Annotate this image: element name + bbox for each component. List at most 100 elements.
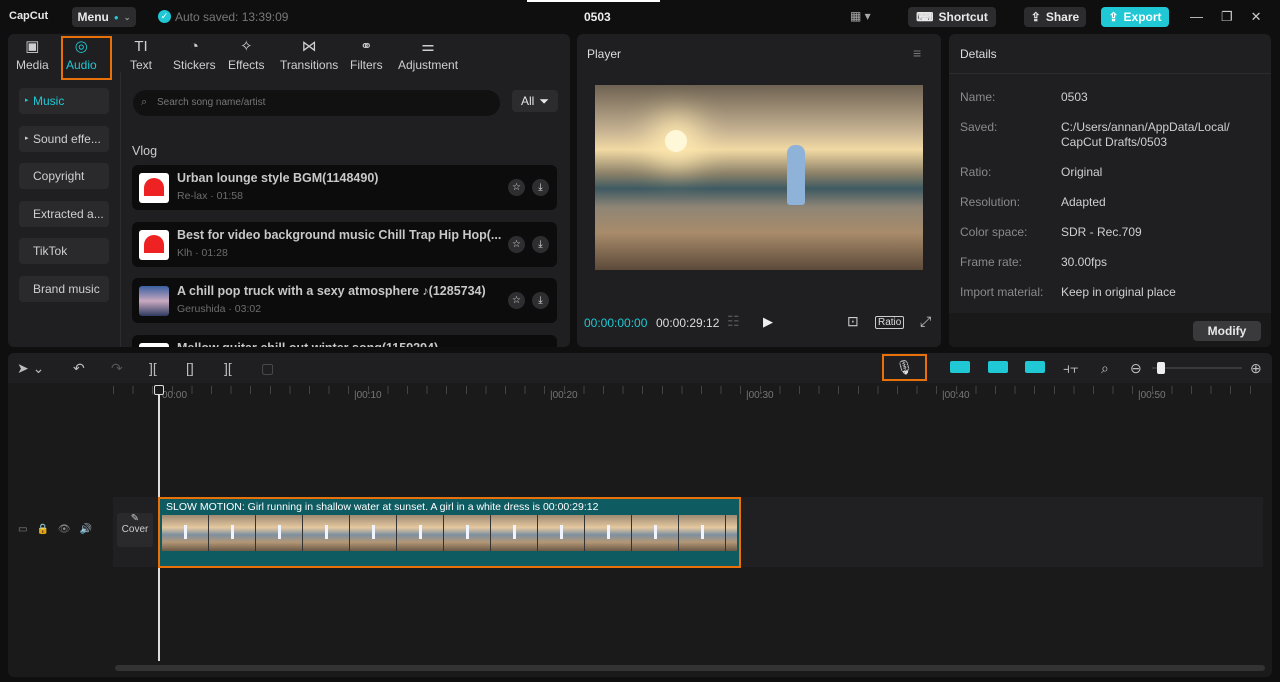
- detail-value: Adapted: [1061, 195, 1106, 209]
- layout-icon[interactable]: ▦ ▾: [850, 9, 871, 23]
- clip-frame: [444, 515, 491, 551]
- record-audio-button[interactable]: 🎙: [882, 354, 927, 381]
- clip-frame: [256, 515, 303, 551]
- song-artist-duration: Re-lax · 01:58: [177, 190, 243, 202]
- zoom-out-icon[interactable]: ⊖: [1130, 360, 1142, 377]
- song-thumbnail: [139, 229, 169, 260]
- clip-frame: [209, 515, 256, 551]
- ruler-tick-label: |00:50: [1138, 390, 1166, 401]
- favorite-star-icon[interactable]: ☆: [508, 292, 525, 309]
- window-controls[interactable]: —❐✕: [1190, 9, 1280, 25]
- song-item[interactable]: Mellow guitar chill out winter song(1159…: [132, 334, 557, 347]
- details-panel: [949, 34, 1271, 347]
- clip-frame: [491, 515, 538, 551]
- sun: [665, 130, 687, 152]
- song-thumbnail: [139, 342, 169, 347]
- detail-label: Resolution:: [960, 195, 1021, 209]
- song-item[interactable]: A chill pop truck with a sexy atmosphere…: [132, 278, 557, 323]
- redo-icon[interactable]: ↷: [111, 360, 123, 377]
- clip-frame: [679, 515, 726, 551]
- delete-icon[interactable]: ▢: [261, 360, 274, 377]
- clip-frame: [632, 515, 679, 551]
- detail-label: Saved:: [960, 120, 998, 134]
- timeline-toolbar: [8, 353, 1272, 383]
- horizontal-scrollbar[interactable]: [115, 665, 1265, 671]
- download-icon[interactable]: ⤓: [532, 235, 549, 253]
- auto-snapping-icon[interactable]: [988, 361, 1008, 373]
- zoom-in-icon[interactable]: ⊕: [1250, 360, 1262, 377]
- split-preview-icon[interactable]: ⫞⫟: [1063, 360, 1078, 377]
- undo-icon[interactable]: ↶: [73, 360, 85, 377]
- grid-icon[interactable]: ☷: [727, 313, 740, 330]
- song-artist-duration: Klh · 01:28: [177, 246, 228, 259]
- cover-label: Cover: [121, 524, 149, 535]
- share-icon: ⇪: [1030, 10, 1041, 24]
- ruler-tick-label: |00:40: [942, 390, 970, 401]
- details-title: Details: [960, 47, 997, 61]
- modify-button[interactable]: Modify: [1193, 321, 1261, 341]
- delete-left-icon[interactable]: []: [186, 360, 194, 376]
- play-button[interactable]: ▶: [763, 314, 773, 330]
- detail-label: Import material:: [960, 285, 1044, 299]
- clip-frame: [585, 515, 632, 551]
- share-label: Share: [1045, 10, 1080, 24]
- ruler-tick-label: |00:30: [746, 390, 774, 401]
- song-title: Urban lounge style BGM(1148490): [177, 171, 379, 185]
- timeline-ruler[interactable]: [113, 386, 1263, 394]
- detail-value: 0503: [1061, 90, 1088, 104]
- detail-label: Ratio:: [960, 165, 992, 179]
- favorite-star-icon[interactable]: ☆: [508, 179, 525, 196]
- download-icon[interactable]: ⤓: [532, 292, 549, 309]
- video-preview[interactable]: [595, 85, 923, 270]
- screenshot-icon[interactable]: ⊡: [847, 313, 859, 330]
- ruler-tick-label: |00:20: [550, 390, 578, 401]
- player-panel: Player ≡ 00:00:00:00 00:00:29:12 ☷ ▶ ⊡ R…: [577, 34, 941, 347]
- song-item[interactable]: Best for video background music Chill Tr…: [132, 221, 557, 267]
- detail-value: SDR - Rec.709: [1061, 225, 1142, 239]
- shortcut-button[interactable]: ⌨ Shortcut: [908, 7, 996, 27]
- detail-label: Color space:: [960, 225, 1028, 239]
- select-tool-icon[interactable]: ➤ ⌄: [17, 360, 44, 377]
- detail-value: C:/Users/annan/AppData/Local/ CapCut Dra…: [1061, 120, 1230, 149]
- song-item[interactable]: Urban lounge style BGM(1148490) Re-lax · …: [132, 165, 557, 210]
- export-button[interactable]: ⇪ Export: [1101, 7, 1169, 27]
- song-title: Best for video background music Chill Tr…: [177, 227, 502, 242]
- export-label: Export: [1123, 10, 1162, 24]
- total-time: 00:00:29:12: [656, 316, 720, 330]
- player-title: Player: [587, 47, 622, 61]
- download-icon[interactable]: ⤓: [532, 179, 549, 196]
- playhead-handle[interactable]: [154, 385, 164, 395]
- song-thumbnail: [139, 286, 169, 316]
- keyboard-icon: ⌨: [916, 10, 934, 24]
- shortcut-label: Shortcut: [938, 10, 988, 24]
- clip-frame: [726, 515, 737, 551]
- song-artist-duration: Gerushida · 03:02: [177, 303, 262, 315]
- split-icon[interactable]: ][: [149, 360, 157, 376]
- main-track-magnet-icon[interactable]: [950, 361, 970, 373]
- song-thumbnail: [139, 173, 169, 203]
- zoom-slider-handle[interactable]: [1156, 362, 1165, 374]
- clip-frame: [303, 515, 350, 551]
- detail-value: Keep in original place: [1061, 285, 1176, 299]
- linkage-icon[interactable]: [1025, 361, 1045, 373]
- details-divider: [949, 73, 1271, 74]
- video-clip[interactable]: SLOW MOTION: Girl running in shallow wat…: [158, 497, 741, 568]
- clip-frame: [538, 515, 585, 551]
- clip-frame: [350, 515, 397, 551]
- preview-axis-icon[interactable]: ⌕: [1101, 360, 1109, 377]
- export-icon: ⇪: [1108, 10, 1119, 24]
- zoom-slider[interactable]: [1152, 362, 1242, 374]
- cover-button[interactable]: ✎ Cover: [117, 513, 153, 547]
- clip-label: SLOW MOTION: Girl running in shallow wat…: [166, 501, 599, 513]
- microphone-icon: 🎙: [895, 359, 914, 375]
- edit-icon: ✎: [130, 513, 140, 524]
- share-button[interactable]: ⇪ Share: [1024, 7, 1086, 27]
- delete-right-icon[interactable]: ][: [224, 360, 232, 376]
- clip-frame: [162, 515, 209, 551]
- fullscreen-icon[interactable]: ⤢: [920, 313, 931, 330]
- favorite-star-icon[interactable]: ☆: [508, 235, 525, 253]
- menu-icon[interactable]: ≡: [913, 45, 921, 61]
- ratio-button[interactable]: Ratio: [875, 316, 905, 329]
- track-controls[interactable]: ▭🔒👁🔊: [18, 524, 101, 535]
- clip-frame: [397, 515, 444, 551]
